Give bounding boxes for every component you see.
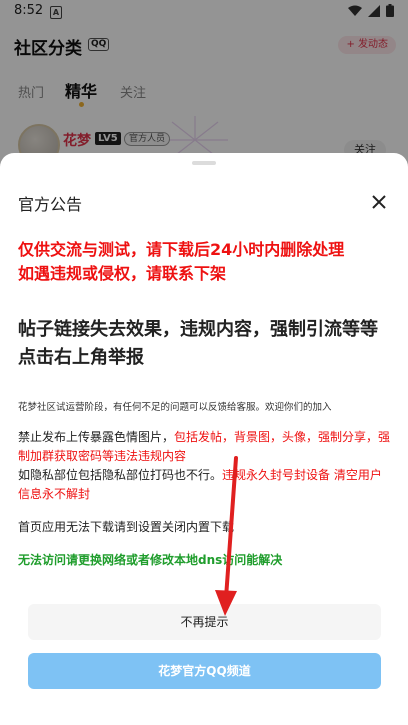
drag-handle[interactable] xyxy=(192,161,216,165)
warning-line-2: 如遇违规或侵权，请联系下架 xyxy=(18,264,227,283)
close-icon[interactable] xyxy=(370,193,388,211)
warning-notice: 仅供交流与测试，请下载后24小时内删除处理 如遇违规或侵权，请联系下架 xyxy=(18,238,390,286)
rule-2-text: 如隐私部位包括隐私部位打码也不行。 xyxy=(18,468,223,482)
qq-channel-button[interactable]: 花梦官方QQ频道 xyxy=(28,653,381,689)
network-notice: 无法访问请更换网络或者修改本地dns访问能解决 xyxy=(18,553,283,567)
dialog-title: 官方公告 xyxy=(18,195,83,214)
report-notice: 帖子链接失去效果，违规内容，强制引流等等点击右上角举报 xyxy=(18,319,378,368)
rule-1-text: 禁止发布上传暴露色情图片， xyxy=(18,430,175,444)
download-notice: 首页应用无法下载请到设置关闭内置下载 xyxy=(18,520,235,534)
screen: 8:52 A 社区分类 QQ + 发动态 热门 精华 关注 花梦 LV5 官方人… xyxy=(0,0,408,725)
rule-2: 如隐私部位包括隐私部位打码也不行。违规永久封号封设备 清空用户信息永不解封 xyxy=(18,466,393,504)
announcement-sheet: 官方公告 仅供交流与测试，请下载后24小时内删除处理 如遇违规或侵权，请联系下架… xyxy=(0,153,408,725)
warning-line-1: 仅供交流与测试，请下载后24小时内删除处理 xyxy=(18,240,345,259)
intro-text: 花梦社区试运营阶段，有任何不足的问题可以反馈给客服。欢迎你们的加入 xyxy=(18,402,332,413)
dismiss-button[interactable]: 不再提示 xyxy=(28,604,381,640)
rule-1: 禁止发布上传暴露色情图片，包括发帖，背景图，头像，强制分享，强制加群获取密码等违… xyxy=(18,428,393,466)
